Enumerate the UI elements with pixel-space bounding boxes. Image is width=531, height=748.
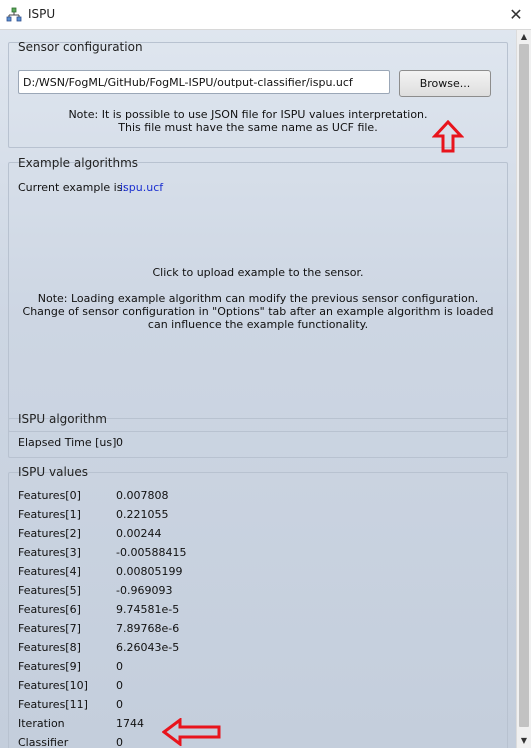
json-note: Note: It is possible to use JSON file fo… (8, 108, 488, 134)
value-row-value: 7.89768e-6 (116, 622, 180, 635)
value-row-value: 0 (116, 679, 123, 692)
current-example-label: Current example is: (18, 181, 127, 194)
example-note-line-3: can influence the example functionality. (147, 318, 369, 331)
close-button[interactable]: ✕ (501, 0, 531, 30)
value-row-label: Features[10] (18, 679, 88, 692)
browse-button[interactable]: Browse... (399, 70, 491, 97)
value-row-value: 0.007808 (116, 489, 169, 502)
value-row-label: Features[0] (18, 489, 81, 502)
value-row-label: Features[1] (18, 508, 81, 521)
network-icon (6, 7, 22, 22)
value-row-label: Features[4] (18, 565, 81, 578)
current-example-value: ispu.ucf (120, 181, 164, 194)
value-row-value: 0 (116, 736, 123, 748)
value-row-label: Features[5] (18, 584, 81, 597)
ucf-path-input[interactable] (18, 70, 390, 94)
scroll-thumb[interactable] (519, 44, 529, 727)
upload-example-text[interactable]: Click to upload example to the sensor. (8, 266, 508, 279)
value-row-value: 0 (116, 660, 123, 673)
value-row-label: Features[2] (18, 527, 81, 540)
value-row-label: Features[9] (18, 660, 81, 673)
example-note-line-2: Change of sensor configuration in "Optio… (22, 305, 494, 318)
elapsed-time-label: Elapsed Time [us] (18, 436, 117, 449)
scroll-down-icon[interactable]: ▼ (519, 736, 529, 746)
value-row-label: Iteration (18, 717, 65, 730)
value-row-value: 0.00244 (116, 527, 162, 540)
json-note-line-1: Note: It is possible to use JSON file fo… (68, 108, 428, 121)
red-arrow-icon (432, 120, 464, 153)
elapsed-time-value: 0 (116, 436, 123, 449)
ispu-algorithm-title: ISPU algorithm (18, 412, 107, 426)
value-row-value: 1744 (116, 717, 144, 730)
value-row-value: -0.969093 (116, 584, 173, 597)
json-note-line-2: This file must have the same name as UCF… (118, 121, 378, 134)
example-note: Note: Loading example algorithm can modi… (8, 292, 508, 331)
value-row-value: 0.00805199 (116, 565, 183, 578)
sensor-configuration-title: Sensor configuration (18, 40, 143, 54)
value-row-label: Features[3] (18, 546, 81, 559)
value-row-label: Features[8] (18, 641, 81, 654)
value-row-value: -0.00588415 (116, 546, 187, 559)
title-bar: ISPU ✕ (0, 0, 531, 30)
value-row-label: Features[11] (18, 698, 88, 711)
main-panel: Sensor configuration Browse... Note: It … (0, 30, 516, 748)
ispu-values-title: ISPU values (18, 465, 89, 479)
value-row-label: Classifier (18, 736, 69, 748)
value-row-value: 9.74581e-5 (116, 603, 180, 616)
value-row-value: 0 (116, 698, 123, 711)
value-row-value: 0.221055 (116, 508, 169, 521)
window-title: ISPU (28, 7, 56, 21)
red-arrow-icon (162, 718, 221, 746)
example-algorithms-title: Example algorithms (18, 156, 139, 170)
value-row-label: Features[6] (18, 603, 81, 616)
scroll-up-icon[interactable]: ▲ (519, 32, 529, 42)
example-note-line-1: Note: Loading example algorithm can modi… (37, 292, 479, 305)
value-row-label: Features[7] (18, 622, 81, 635)
vertical-scrollbar[interactable]: ▲ ▼ (516, 30, 531, 748)
value-row-value: 6.26043e-5 (116, 641, 180, 654)
